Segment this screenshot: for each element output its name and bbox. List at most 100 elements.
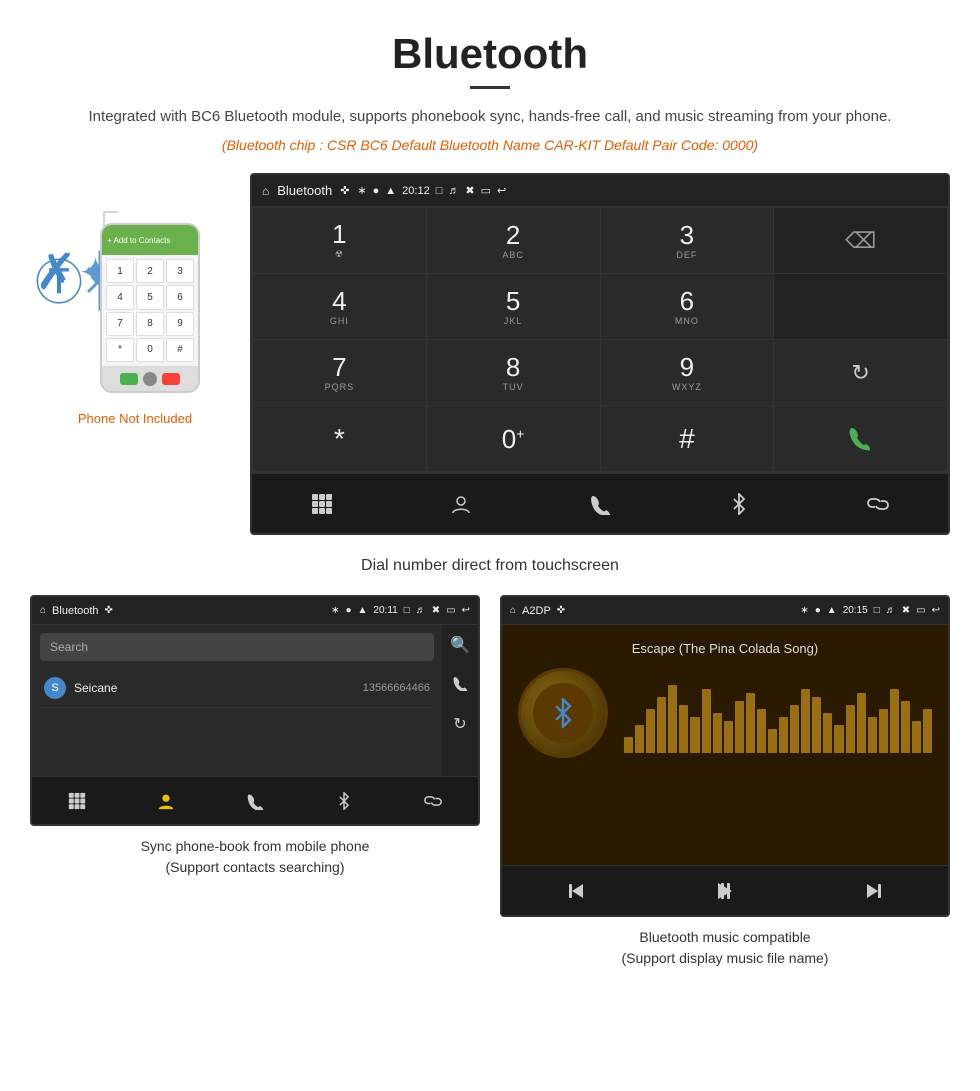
rect-m: ▭ — [916, 605, 925, 616]
contact-number: 13566664466 — [363, 682, 430, 694]
contacts-caption-line1: Sync phone-book from mobile phone — [141, 838, 370, 854]
key-2[interactable]: 2 ABC — [427, 208, 600, 273]
key-1[interactable]: 1 ☢ — [253, 208, 426, 273]
equalizer-bar — [923, 709, 932, 753]
link-icon-c[interactable] — [389, 777, 478, 824]
music-body: Escape (The Pina Colada Song) — [502, 625, 948, 865]
key-hash[interactable]: # — [601, 406, 774, 471]
phone-key: 0 — [136, 338, 164, 362]
music-statusbar: ⌂ A2DP ✜ ∗ ● ▲ 20:15 □ ♬ ✖ ▭ ↩ — [502, 597, 948, 625]
cam-sm: □ — [404, 605, 410, 616]
time-sm: 20:11 — [373, 605, 397, 616]
equalizer-bar — [635, 725, 644, 753]
equalizer-bar — [690, 717, 699, 753]
contact-letter: S — [44, 677, 66, 699]
equalizer-bar — [879, 709, 888, 753]
phone-icon[interactable] — [530, 474, 669, 533]
signal-icon: ▲ — [385, 185, 396, 197]
bt-icon: ∗ — [357, 184, 366, 197]
statusbar-left: ⌂ Bluetooth ✜ — [262, 183, 349, 198]
time-m: 20:15 — [843, 605, 868, 616]
music-content-row — [518, 668, 932, 758]
reload-key[interactable]: ↻ — [774, 340, 947, 405]
phone-bottom — [102, 366, 198, 391]
page-title: Bluetooth — [60, 30, 920, 78]
key-3[interactable]: 3 DEF — [601, 208, 774, 273]
phone-icon-c[interactable] — [210, 777, 299, 824]
key-0[interactable]: 0+ — [427, 406, 600, 471]
phone-key: 3 — [166, 259, 194, 283]
bluetooth-icon-large: ✗ Ⓣ — [35, 243, 77, 301]
equalizer-bar — [646, 709, 655, 753]
phone-key: 8 — [136, 312, 164, 336]
link-icon[interactable] — [809, 474, 948, 533]
dialpad-screen: ⌂ Bluetooth ✜ ∗ ● ▲ 20:12 □ ♬ ✖ ▭ ↩ 1 ☢ — [250, 173, 950, 535]
phone-home-btn — [143, 372, 157, 386]
key-5[interactable]: 5 JKL — [427, 274, 600, 339]
loc-sm: ● — [345, 605, 351, 616]
bt-icon-c[interactable] — [300, 777, 389, 824]
search-placeholder: Search — [50, 640, 88, 654]
phone-key: 6 — [166, 285, 194, 309]
key-6[interactable]: 6 MNO — [601, 274, 774, 339]
phone-not-included-label: Phone Not Included — [78, 411, 192, 426]
phone-key: 7 — [106, 312, 134, 336]
next-button[interactable] — [799, 866, 948, 915]
equalizer-bar — [702, 689, 711, 753]
contact-row[interactable]: S Seicane 13566664466 — [40, 669, 434, 708]
home-icon-sm: ⌂ — [40, 605, 46, 616]
dialpad-statusbar: ⌂ Bluetooth ✜ ∗ ● ▲ 20:12 □ ♬ ✖ ▭ ↩ — [252, 175, 948, 207]
x-m: ✖ — [902, 605, 910, 616]
phone-screen-body: 1 2 3 4 5 6 7 8 9 * 0 # — [102, 255, 198, 366]
song-title: Escape (The Pina Colada Song) — [632, 641, 818, 656]
bluetooth-icon[interactable] — [670, 474, 809, 533]
grid-icon-c[interactable] — [32, 777, 121, 824]
album-art-inner — [533, 683, 593, 743]
equalizer-bar — [790, 705, 799, 753]
prev-button[interactable] — [502, 866, 651, 915]
cam-m: □ — [874, 605, 880, 616]
dialpad-grid: 1 ☢ 2 ABC 3 DEF ⌫ 4 GHI 5 JKL — [252, 207, 948, 472]
subtitle-text: Integrated with BC6 Bluetooth module, su… — [60, 105, 920, 129]
equalizer-bar — [857, 693, 866, 753]
equalizer-bar — [768, 729, 777, 753]
bottom-screenshots: ⌂ Bluetooth ✜ ∗ ● ▲ 20:11 □ ♬ ✖ ▭ ↩ — [0, 595, 980, 989]
grid-icon[interactable] — [252, 474, 391, 533]
play-pause-button[interactable] — [651, 866, 800, 915]
back-sm: ↩ — [462, 605, 470, 616]
contacts-body: Search S Seicane 13566664466 — [32, 625, 442, 716]
equalizer-bar — [801, 689, 810, 753]
music-caption-line2: (Support display music file name) — [622, 950, 829, 966]
call-side-icon[interactable] — [452, 675, 468, 694]
key-7[interactable]: 7 PQRS — [253, 340, 426, 405]
reload-side-icon[interactable]: ↻ — [453, 714, 466, 734]
equalizer-bar — [746, 693, 755, 753]
usb-icon: ✜ — [340, 184, 349, 197]
title-divider — [470, 86, 510, 89]
contacts-icon[interactable] — [391, 474, 530, 533]
close-icon: ✖ — [465, 184, 474, 197]
key-9[interactable]: 9 WXYZ — [601, 340, 774, 405]
key-star[interactable]: * — [253, 406, 426, 471]
search-side-icon[interactable]: 🔍 — [450, 635, 470, 655]
equalizer-bar — [912, 721, 921, 753]
contacts-screen: ⌂ Bluetooth ✜ ∗ ● ▲ 20:11 □ ♬ ✖ ▭ ↩ — [30, 595, 480, 826]
key-4[interactable]: 4 GHI — [253, 274, 426, 339]
contacts-icon-c[interactable] — [121, 777, 210, 824]
rect-sm: ▭ — [446, 605, 455, 616]
contacts-bt-label: Bluetooth — [52, 605, 98, 617]
equalizer-bar — [868, 717, 877, 753]
equalizer-bar — [657, 697, 666, 753]
contacts-caption-line2: (Support contacts searching) — [166, 859, 345, 875]
backspace-key[interactable]: ⌫ — [774, 208, 947, 273]
volume-icon: ♬ — [448, 185, 459, 197]
equalizer-bar — [624, 737, 633, 753]
vol-sm: ♬ — [416, 605, 426, 616]
title-section: Bluetooth Integrated with BC6 Bluetooth … — [0, 0, 980, 163]
key-8[interactable]: 8 TUV — [427, 340, 600, 405]
music-caption-line1: Bluetooth music compatible — [639, 929, 810, 945]
bt-m: ∗ — [800, 605, 808, 616]
search-bar[interactable]: Search — [40, 633, 434, 661]
phone-key: 4 — [106, 285, 134, 309]
call-key[interactable] — [774, 406, 947, 471]
